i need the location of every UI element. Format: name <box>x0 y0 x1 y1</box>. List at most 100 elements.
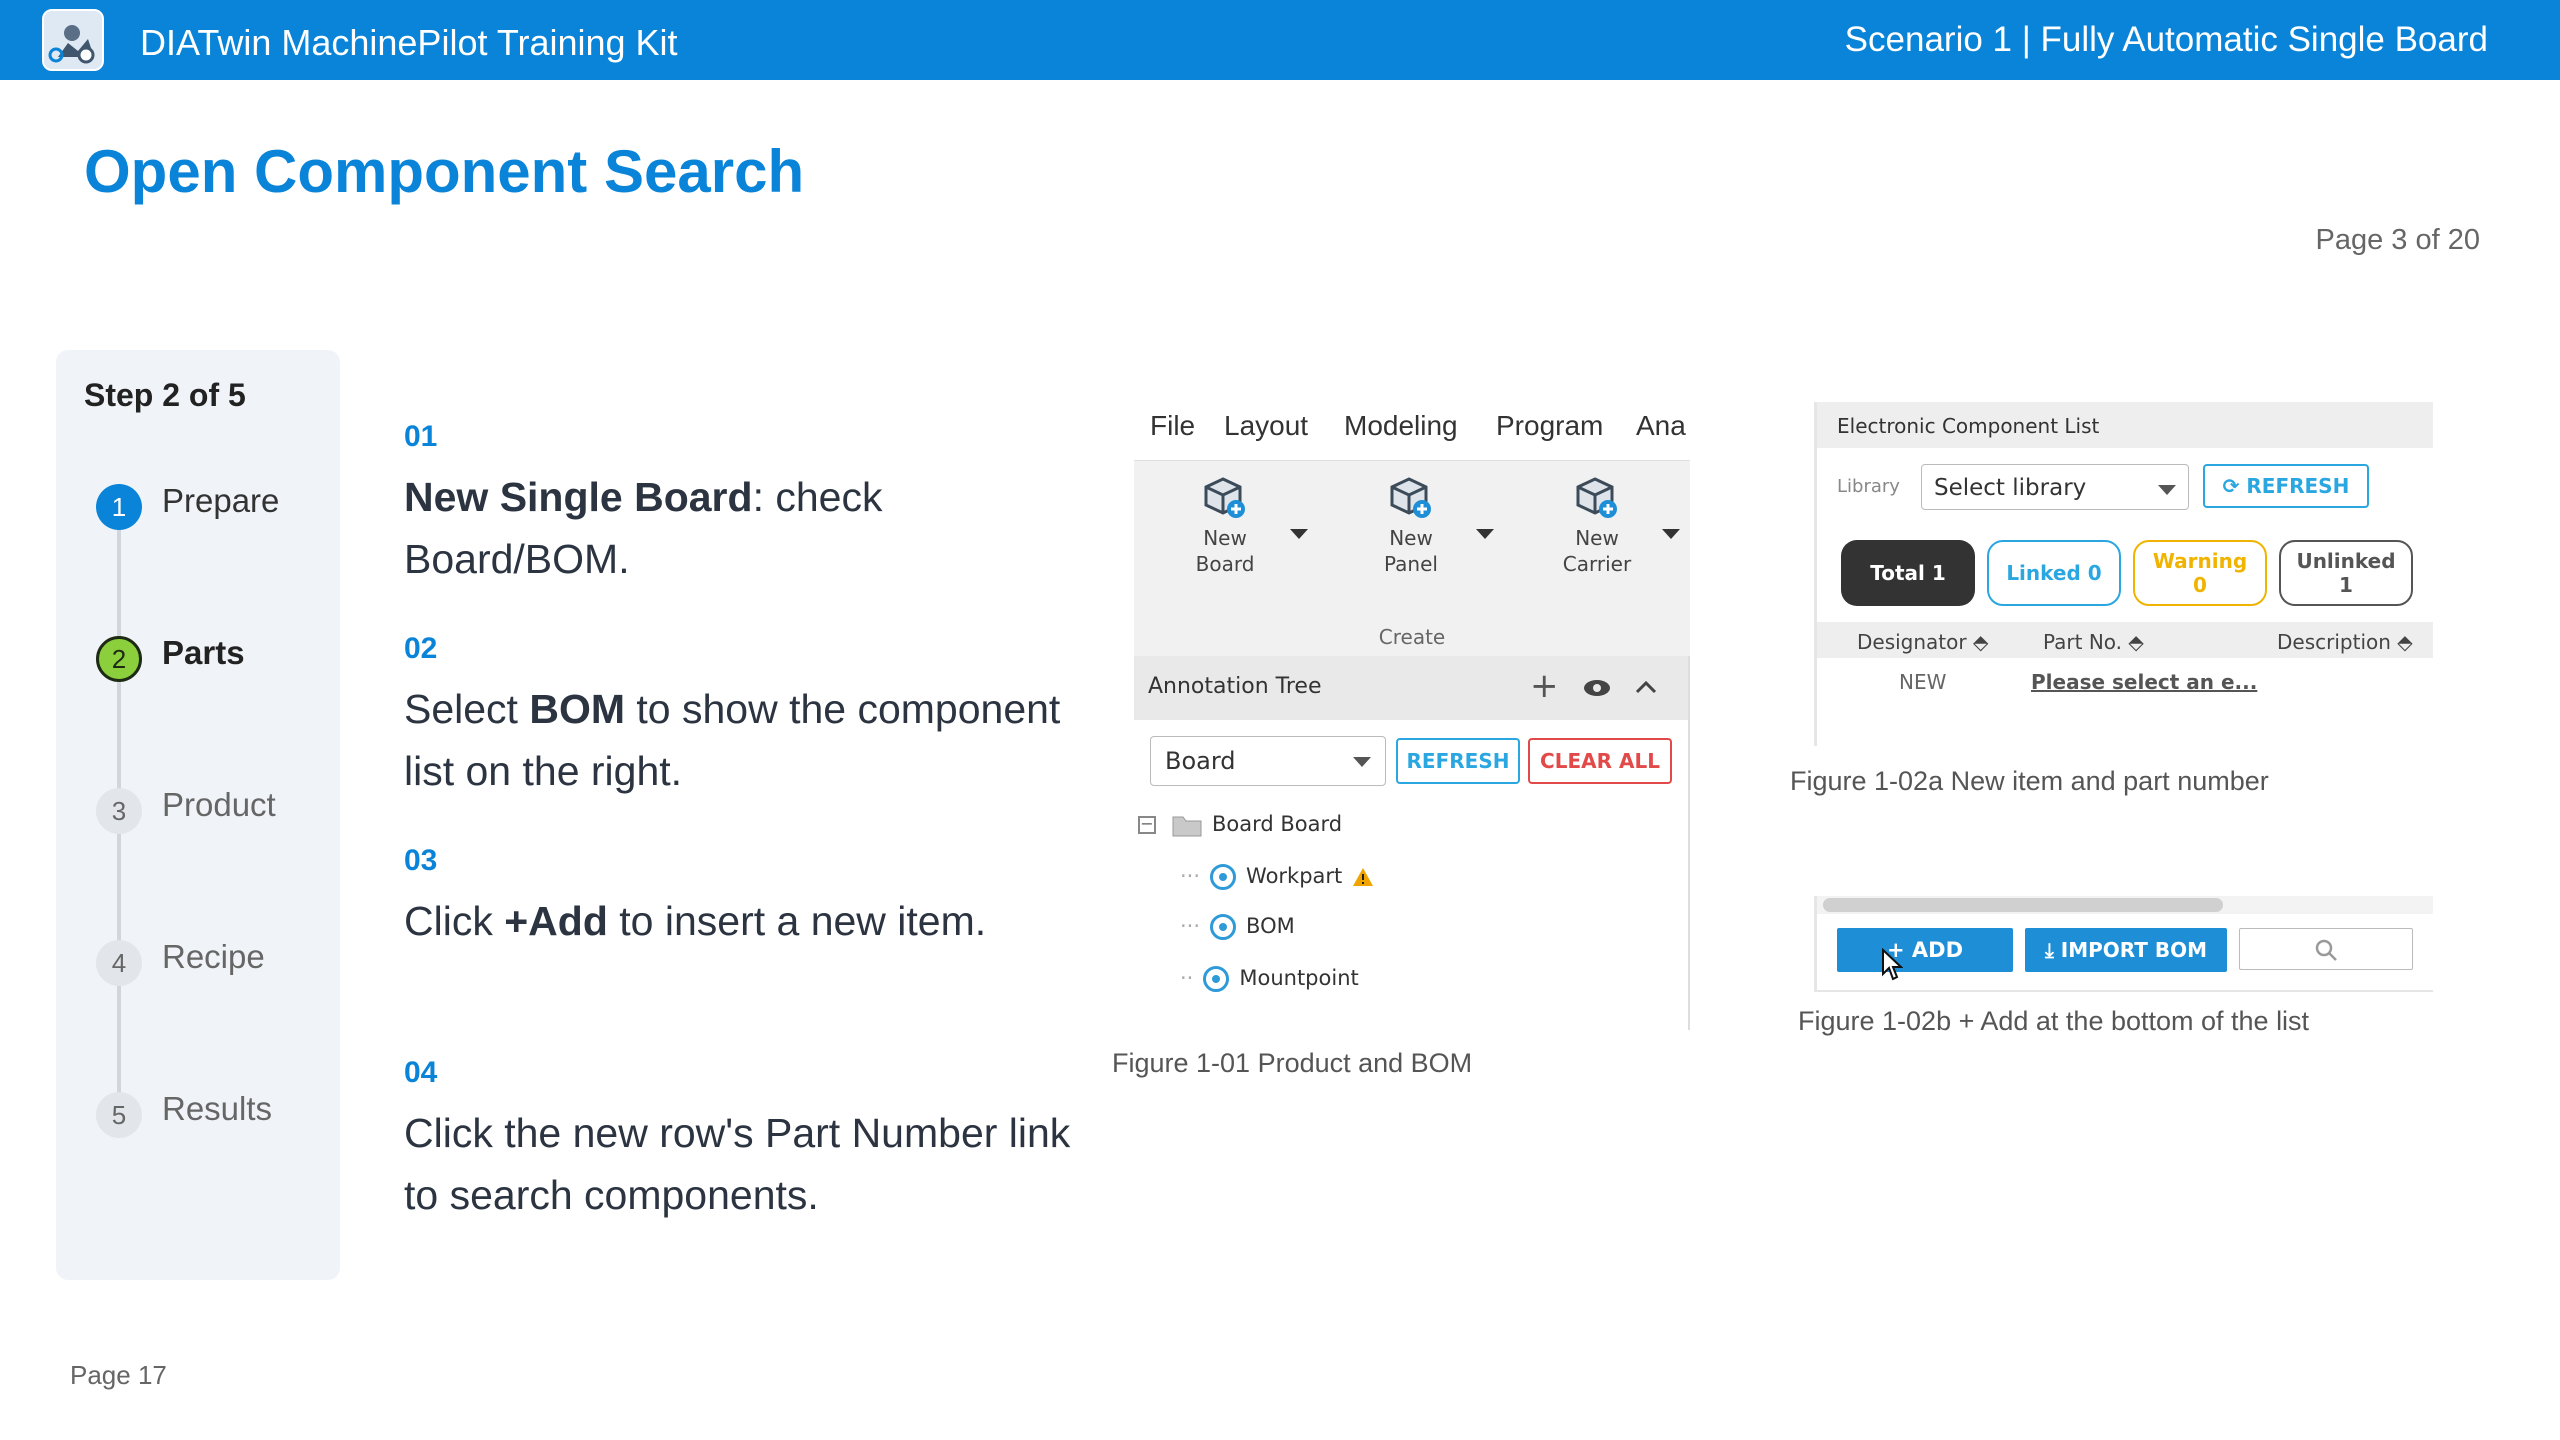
tree-root-label: Board Board <box>1212 812 1343 836</box>
step-2-badge: 2 <box>96 636 142 682</box>
new-panel-label-2: Panel <box>1384 552 1438 576</box>
figure-product-bom: File Layout Modeling Program Ana New Boa… <box>1134 402 1690 1030</box>
menu-analysis[interactable]: Ana <box>1636 410 1686 442</box>
chevron-down-icon <box>2158 485 2176 495</box>
import-bom-button[interactable]: ⤓ IMPORT BOM <box>2025 928 2227 972</box>
new-carrier-button[interactable]: New Carrier <box>1532 475 1662 577</box>
instruction-2-text: Select BOM to show the component list on… <box>404 686 1061 794</box>
node-icon <box>1210 914 1237 940</box>
ribbon-create-group: New Board New Panel New Carrier Create <box>1134 460 1690 657</box>
part-number-link[interactable]: Please select an e... <box>2031 670 2257 694</box>
library-select-value: Select library <box>1934 475 2087 501</box>
add-button[interactable]: + ADD <box>1837 928 2013 972</box>
new-panel-dropdown-icon[interactable] <box>1476 529 1494 539</box>
instruction-3-text: Click +Add to insert a new item. <box>404 898 987 944</box>
tree-item-bom-label: BOM <box>1246 914 1295 938</box>
warning-icon <box>1353 868 1374 886</box>
cube-add-icon <box>1204 477 1245 518</box>
chevron-down-icon <box>1353 757 1371 767</box>
search-input[interactable] <box>2239 928 2413 970</box>
instruction-1-number: 01 <box>404 420 438 453</box>
figure-component-list: Electronic Component List Library Select… <box>1814 402 2433 746</box>
new-panel-label-1: New <box>1389 526 1433 550</box>
column-part-no[interactable]: Part No. ⬘ <box>2043 630 2144 654</box>
warning-pill[interactable]: Warning 0 <box>2133 540 2267 606</box>
tree-item-mountpoint-label: Mountpoint <box>1239 966 1359 990</box>
total-pill-label: Total 1 <box>1870 561 1946 585</box>
node-icon <box>1203 966 1230 992</box>
import-bom-label: IMPORT BOM <box>2060 938 2208 962</box>
board-type-value: Board <box>1165 747 1236 775</box>
collapse-icon[interactable]: − <box>1138 816 1156 834</box>
board-type-select[interactable]: Board <box>1150 736 1386 786</box>
new-carrier-label-1: New <box>1575 526 1619 550</box>
menu-modeling[interactable]: Modeling <box>1344 410 1458 442</box>
new-board-button[interactable]: New Board <box>1160 475 1290 577</box>
step-3-badge: 3 <box>96 788 142 834</box>
instruction-1-text: New Single Board: check Board/BOM. <box>404 474 883 582</box>
total-pill[interactable]: Total 1 <box>1841 540 1975 606</box>
download-icon: ⤓ <box>2044 938 2061 962</box>
step-heading: Step 2 of 5 <box>84 377 246 413</box>
instruction-3-number: 03 <box>404 844 438 877</box>
annotation-tree-header: Annotation Tree + <box>1134 656 1690 720</box>
eye-icon[interactable] <box>1582 678 1612 698</box>
add-icon[interactable]: + <box>1530 666 1559 706</box>
menu-program[interactable]: Program <box>1496 410 1603 442</box>
unlinked-pill[interactable]: Unlinked 1 <box>2279 540 2413 606</box>
linked-pill-label: Linked 0 <box>2006 561 2102 585</box>
new-board-label-1: New <box>1203 526 1247 550</box>
component-table-header: Designator ⬘ Part No. ⬘ Description ⬘ <box>1817 622 2433 658</box>
component-list-title: Electronic Component List <box>1837 414 2100 438</box>
library-select[interactable]: Select library <box>1921 464 2189 510</box>
linked-pill[interactable]: Linked 0 <box>1987 540 2121 606</box>
new-board-label-2: Board <box>1195 552 1255 576</box>
component-refresh-button[interactable]: ⟳ REFRESH <box>2203 464 2369 508</box>
unlinked-pill-label: Unlinked <box>2296 549 2396 573</box>
tree-root[interactable]: − Board Board <box>1138 812 1342 837</box>
step-3-label[interactable]: Product <box>162 784 276 826</box>
step-5-label[interactable]: Results <box>162 1088 272 1130</box>
column-designator[interactable]: Designator ⬘ <box>1857 630 1988 654</box>
step-4-label[interactable]: Recipe <box>162 936 265 978</box>
new-panel-button[interactable]: New Panel <box>1346 475 1476 577</box>
refresh-icon: ⟳ <box>2222 474 2247 498</box>
figure-1-01-caption: Figure 1-01 Product and BOM <box>1112 1048 1473 1078</box>
annotation-tree-title: Annotation Tree <box>1148 674 1322 699</box>
instruction-2-number: 02 <box>404 632 438 665</box>
new-board-dropdown-icon[interactable] <box>1290 529 1308 539</box>
node-icon <box>1210 864 1237 890</box>
step-1-badge: 1 <box>96 484 142 530</box>
scrollbar-thumb[interactable] <box>1823 898 2223 912</box>
column-description[interactable]: Description ⬘ <box>2277 630 2413 654</box>
panel-divider <box>1688 656 1690 1030</box>
figure-add-button: + ADD ⤓ IMPORT BOM <box>1814 896 2433 992</box>
library-label: Library <box>1837 476 1900 497</box>
instruction-4-text: Click the new row's Part Number link to … <box>404 1110 1071 1218</box>
unlinked-pill-count: 1 <box>2339 573 2353 597</box>
step-2-label[interactable]: Parts <box>162 632 245 674</box>
page-title: Open Component Search <box>84 138 805 205</box>
figure-1-02a-caption: Figure 1-02a New item and part number <box>1790 766 2269 796</box>
new-carrier-dropdown-icon[interactable] <box>1662 529 1680 539</box>
mouse-cursor-icon <box>1882 948 1903 981</box>
menu-layout[interactable]: Layout <box>1224 410 1308 442</box>
figure-1-02b-caption: Figure 1-02b + Add at the bottom of the … <box>1798 1006 2310 1036</box>
tree-item-workpart[interactable]: ··· Workpart <box>1180 864 1374 890</box>
component-list-header: Electronic Component List <box>1817 402 2433 448</box>
search-icon <box>2315 939 2337 961</box>
footer-page-number: Page 17 <box>70 1360 167 1390</box>
app-title: DIATwin MachinePilot Training Kit <box>140 22 678 63</box>
new-carrier-label-2: Carrier <box>1562 552 1632 576</box>
clear-all-button[interactable]: CLEAR ALL <box>1528 738 1672 784</box>
refresh-button[interactable]: REFRESH <box>1396 738 1520 784</box>
chevron-up-icon[interactable] <box>1634 678 1658 696</box>
horizontal-scrollbar[interactable] <box>1817 896 2433 914</box>
menu-file[interactable]: File <box>1150 410 1195 442</box>
tree-item-bom[interactable]: ··· BOM <box>1180 914 1295 940</box>
component-refresh-label: REFRESH <box>2246 474 2350 498</box>
step-5-badge: 5 <box>96 1092 142 1138</box>
add-button-label: ADD <box>1911 938 1964 962</box>
step-1-label[interactable]: Prepare <box>162 480 279 522</box>
tree-item-mountpoint[interactable]: ·· Mountpoint <box>1180 966 1359 992</box>
